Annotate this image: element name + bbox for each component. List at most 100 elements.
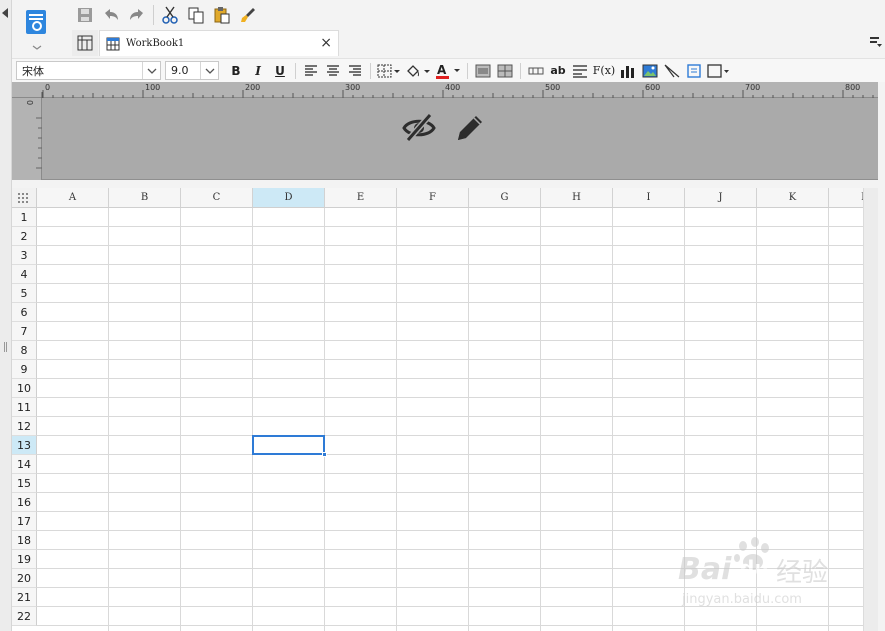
- workbook-tab-label: WorkBook1: [126, 38, 185, 49]
- ruler-label: 300: [345, 83, 361, 92]
- row-header[interactable]: 10: [12, 379, 37, 398]
- grid-row-line: [37, 473, 863, 474]
- align-right-icon[interactable]: [344, 61, 366, 81]
- row-header[interactable]: 9: [12, 360, 37, 379]
- bold-button[interactable]: B: [225, 61, 247, 81]
- eye-slash-icon[interactable]: [402, 112, 436, 147]
- watermark-brand: Bai: [678, 552, 732, 587]
- column-header[interactable]: G: [469, 188, 541, 208]
- toolbar-divider: [295, 62, 296, 79]
- column-header[interactable]: F: [397, 188, 469, 208]
- fill-handle[interactable]: [322, 452, 327, 457]
- select-all-corner[interactable]: [12, 188, 37, 208]
- row-header[interactable]: 21: [12, 588, 37, 607]
- column-header[interactable]: H: [541, 188, 613, 208]
- column-header[interactable]: L: [829, 188, 863, 208]
- grid-row-line: [37, 378, 863, 379]
- vertical-ruler: 0: [12, 98, 42, 180]
- row-header[interactable]: 13: [12, 436, 37, 455]
- row-header[interactable]: 5: [12, 284, 37, 303]
- row-header[interactable]: 6: [12, 303, 37, 322]
- column-header[interactable]: J: [685, 188, 757, 208]
- close-icon[interactable]: ×: [320, 35, 332, 51]
- font-size-select[interactable]: 9.0: [165, 61, 219, 80]
- row-header[interactable]: 20: [12, 569, 37, 588]
- copy-icon[interactable]: [183, 4, 209, 26]
- column-header[interactable]: I: [613, 188, 685, 208]
- cut-icon[interactable]: [157, 4, 183, 26]
- paragraph-icon[interactable]: [569, 61, 591, 81]
- vertical-scrollbar[interactable]: [863, 188, 878, 631]
- column-header[interactable]: K: [757, 188, 829, 208]
- toolbar-divider: [520, 62, 521, 79]
- pencil-icon[interactable]: [454, 112, 486, 147]
- selected-cell[interactable]: [252, 435, 327, 457]
- sub-report-icon[interactable]: [683, 61, 705, 81]
- column-header[interactable]: E: [325, 188, 397, 208]
- row-header[interactable]: 7: [12, 322, 37, 341]
- save-icon[interactable]: [72, 4, 98, 26]
- page-header-area[interactable]: 0 100 200 300 400 500 600 700 800 0: [12, 82, 878, 180]
- fill-color-icon[interactable]: [403, 61, 433, 81]
- ruler-label: 200: [245, 83, 261, 92]
- grid-row-line: [37, 454, 863, 455]
- workbook-tab[interactable]: WorkBook1 ×: [99, 30, 339, 56]
- ruler-label: 100: [145, 83, 161, 92]
- row-header[interactable]: 1: [12, 208, 37, 227]
- formula-button[interactable]: F(x): [591, 61, 617, 81]
- align-center-icon[interactable]: [322, 61, 344, 81]
- row-header[interactable]: 15: [12, 474, 37, 493]
- row-header[interactable]: 3: [12, 246, 37, 265]
- panel-resize-grip[interactable]: [4, 342, 7, 352]
- chart-icon[interactable]: [617, 61, 639, 81]
- row-header[interactable]: 16: [12, 493, 37, 512]
- column-header[interactable]: D: [253, 188, 325, 208]
- ruler-label: 0: [45, 83, 51, 92]
- new-workbook-icon[interactable]: [72, 30, 98, 56]
- column-header[interactable]: B: [109, 188, 181, 208]
- merge-cells-icon[interactable]: [472, 61, 494, 81]
- insert-row-icon[interactable]: [525, 61, 547, 81]
- template-menu-button[interactable]: [24, 8, 50, 50]
- ruler-label: 500: [545, 83, 561, 92]
- row-header[interactable]: 19: [12, 550, 37, 569]
- format-toolbar: 宋体 9.0 B I U A ab F(x): [12, 58, 885, 82]
- redo-icon[interactable]: [124, 4, 150, 26]
- undo-icon[interactable]: [98, 4, 124, 26]
- row-header[interactable]: 17: [12, 512, 37, 531]
- grid-row-line: [37, 397, 863, 398]
- row-header[interactable]: 4: [12, 265, 37, 284]
- grid-row-line: [37, 302, 863, 303]
- column-header[interactable]: C: [181, 188, 253, 208]
- left-panel-rail: [0, 0, 12, 631]
- row-header[interactable]: 14: [12, 455, 37, 474]
- workbook-tab-row: WorkBook1 ×: [72, 30, 885, 56]
- row-header[interactable]: 11: [12, 398, 37, 417]
- font-color-icon[interactable]: A: [433, 61, 463, 81]
- font-family-select[interactable]: 宋体: [16, 61, 161, 80]
- row-header[interactable]: 22: [12, 607, 37, 626]
- grid-row-line: [37, 283, 863, 284]
- collapse-left-panel-icon[interactable]: [2, 8, 8, 18]
- border-icon[interactable]: [375, 61, 403, 81]
- slash-icon[interactable]: [661, 61, 683, 81]
- row-header[interactable]: 18: [12, 531, 37, 550]
- cell-border-menu-icon[interactable]: [705, 61, 731, 81]
- brush-icon[interactable]: [235, 4, 261, 26]
- column-header[interactable]: A: [37, 188, 109, 208]
- italic-button[interactable]: I: [247, 61, 269, 81]
- underline-button[interactable]: U: [269, 61, 291, 81]
- tab-menu-icon[interactable]: [869, 36, 883, 51]
- paste-icon[interactable]: [209, 4, 235, 26]
- ruler-label: 600: [645, 83, 661, 92]
- row-header[interactable]: 2: [12, 227, 37, 246]
- split-cells-icon[interactable]: [494, 61, 516, 81]
- image-icon[interactable]: [639, 61, 661, 81]
- watermark-suffix: 经验: [776, 558, 829, 588]
- wrap-text-button[interactable]: ab: [547, 61, 569, 81]
- row-header[interactable]: 8: [12, 341, 37, 360]
- row-header[interactable]: 12: [12, 417, 37, 436]
- align-left-icon[interactable]: [300, 61, 322, 81]
- chevron-down-icon: [142, 62, 160, 79]
- ruler-label: 800: [845, 83, 861, 92]
